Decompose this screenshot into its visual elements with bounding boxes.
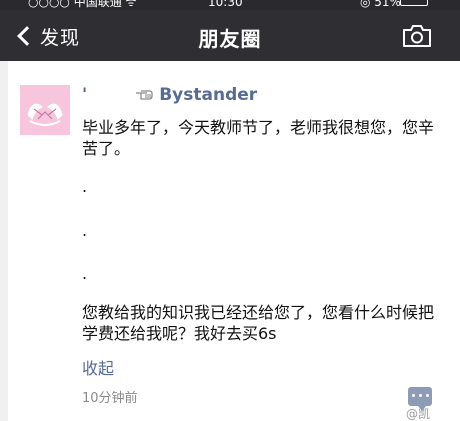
collapse-link[interactable]: 收起	[82, 355, 114, 379]
nav-bar: 发现 朋友圈	[0, 10, 460, 61]
post-text-1: 毕业多年了，今天教师节了，老师我很想您，您辛苦了。	[82, 118, 435, 158]
watermark: @凯	[406, 407, 431, 421]
clock: 10:30	[208, 0, 243, 9]
user-name-label: Bystander	[159, 85, 258, 105]
name-prefix: '	[82, 85, 88, 105]
post-text-2: 您教给我的知识我已经还给您了，您看什么时候把学费还给我呢？我好去买6s	[82, 303, 435, 343]
avatar[interactable]	[20, 85, 70, 135]
pointing-hand-icon	[136, 90, 153, 100]
post-time: 10分钟前	[82, 391, 138, 406]
comment-dots	[412, 394, 429, 397]
comment-icon[interactable]	[408, 387, 432, 411]
dot-line-2: .	[82, 221, 88, 240]
poster-name[interactable]: ' Bystander	[82, 85, 257, 105]
avatar-image	[20, 85, 70, 135]
battery-icon	[400, 0, 428, 6]
camera-icon[interactable]	[402, 24, 432, 48]
page-title: 朋友圈	[198, 27, 262, 51]
carrier-label: ○○○○ 中国联通 ᯤ	[28, 0, 137, 9]
battery-label: ◎ 51%	[360, 0, 401, 9]
status-bar: ○○○○ 中国联通 ᯤ 10:30 ◎ 51%	[0, 0, 460, 10]
dot-line-3: .	[82, 264, 88, 283]
dot-line-1: .	[82, 177, 88, 196]
edge-shadow	[0, 61, 8, 421]
moments-feed: ' Bystander 毕业多年了，今天教师节了，老师我很想您，您辛苦了。 . …	[0, 61, 460, 421]
